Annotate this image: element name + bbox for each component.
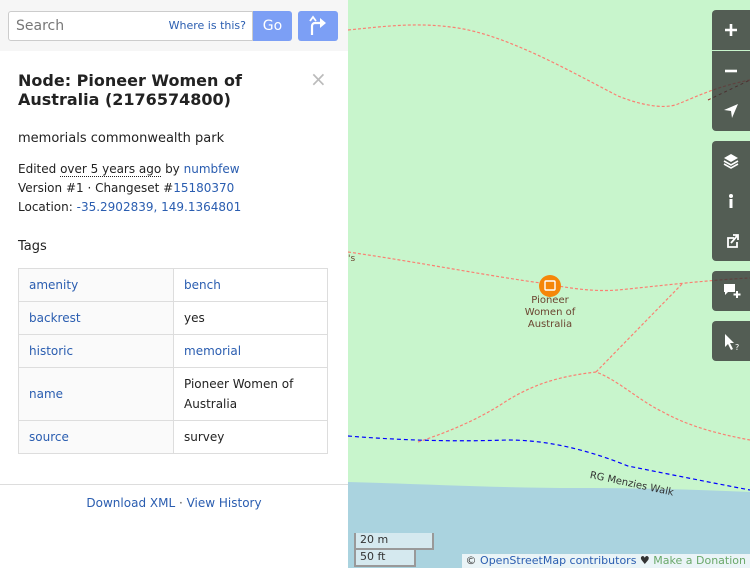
tag-key-link[interactable]: historic (29, 344, 73, 358)
layers-button[interactable] (712, 141, 750, 181)
search-input[interactable]: Search Where is this? (8, 11, 253, 41)
tag-key: historic (18, 334, 174, 368)
donate-link[interactable]: Make a Donation (653, 554, 746, 567)
heart-icon: ♥ (636, 554, 654, 567)
node-description: memorials commonwealth park (18, 131, 225, 146)
where-is-this-link[interactable]: Where is this? (169, 19, 246, 32)
tag-key-link[interactable]: backrest (29, 311, 81, 325)
tag-value: yes (173, 301, 328, 335)
add-note-icon (724, 284, 741, 298)
zoom-out-button[interactable] (712, 51, 750, 91)
tag-key: backrest (18, 301, 174, 335)
attribution-prefix: © (465, 554, 481, 567)
edited-time: over 5 years ago (60, 162, 162, 177)
sidebar: Search Where is this? Go Node: Pioneer W… (0, 0, 348, 568)
query-features-button[interactable]: ? (712, 321, 750, 361)
table-row: backrest yes (18, 301, 328, 335)
user-link[interactable]: numbfew (184, 162, 240, 176)
location-line: Location: -35.2902839, 149.1364801 (18, 198, 241, 217)
tags-table: amenity bench backrest yes historic memo… (18, 268, 328, 454)
zoom-in-icon (725, 24, 737, 36)
table-row: source survey (18, 420, 328, 454)
edited-line: Edited over 5 years ago by numbfew (18, 160, 241, 179)
view-history-link[interactable]: View History (187, 496, 262, 510)
attribution: © OpenStreetMap contributors ♥ Make a Do… (461, 554, 750, 568)
map-view[interactable]: 's Pioneer Women of Australia RG Menzies… (348, 0, 750, 568)
directions-icon (309, 15, 326, 35)
edited-prefix: Edited (18, 162, 61, 176)
osm-contributors-link[interactable]: OpenStreetMap contributors (480, 554, 636, 567)
layers-icon (723, 154, 739, 169)
tag-key: name (18, 367, 174, 421)
tag-value: bench (173, 268, 328, 302)
tag-key-link[interactable]: amenity (29, 278, 78, 292)
tag-value: Pioneer Women of Australia (173, 367, 328, 421)
tags-heading: Tags (18, 239, 47, 254)
divider (0, 484, 348, 485)
table-row: name Pioneer Women of Australia (18, 367, 328, 421)
tag-key-link[interactable]: source (29, 430, 69, 444)
go-button[interactable]: Go (253, 11, 292, 41)
tag-key: source (18, 420, 174, 454)
edited-by: by (161, 162, 184, 176)
share-icon (727, 234, 739, 248)
version-text: Version #1 · Changeset # (18, 181, 174, 195)
info-button[interactable] (712, 181, 750, 221)
scale-metric: 20 m (354, 533, 434, 550)
tag-key-link[interactable]: name (29, 387, 63, 401)
tag-value-link[interactable]: bench (184, 278, 221, 292)
node-metadata: Edited over 5 years ago by numbfew Versi… (18, 160, 241, 217)
search-placeholder: Search (16, 18, 65, 34)
download-xml-link[interactable]: Download XML (86, 496, 175, 510)
memorial-marker-icon[interactable] (539, 275, 561, 297)
page-title: Node: Pioneer Women of Australia (217657… (18, 71, 242, 109)
edge-label: 's (348, 254, 356, 264)
tag-value: memorial (173, 334, 328, 368)
location-link[interactable]: -35.2902839, 149.1364801 (77, 200, 242, 214)
zoom-out-icon (725, 69, 737, 73)
table-row: amenity bench (18, 268, 328, 302)
info-icon (729, 194, 733, 208)
svg-text:?: ? (735, 343, 739, 351)
table-row: historic memorial (18, 334, 328, 368)
zoom-in-button[interactable] (712, 10, 750, 50)
changeset-link[interactable]: 15180370 (173, 181, 234, 195)
footer-links: Download XML · View History (0, 496, 348, 510)
search-bar: Search Where is this? Go (0, 0, 348, 51)
map-canvas (348, 0, 750, 568)
share-button[interactable] (712, 221, 750, 261)
location-label: Location: (18, 200, 77, 214)
tag-key: amenity (18, 268, 174, 302)
tag-value: survey (173, 420, 328, 454)
locate-icon (724, 104, 738, 118)
poi-label: Pioneer Women of Australia (524, 295, 576, 330)
close-icon[interactable]: × (310, 69, 327, 89)
query-features-icon: ? (725, 334, 739, 351)
add-note-button[interactable] (712, 271, 750, 311)
locate-button[interactable] (712, 91, 750, 131)
footer-separator: · (175, 496, 187, 510)
scale-imperial: 50 ft (354, 550, 416, 567)
directions-button[interactable] (298, 11, 338, 41)
version-line: Version #1 · Changeset #15180370 (18, 179, 241, 198)
tag-value-link[interactable]: memorial (184, 344, 241, 358)
